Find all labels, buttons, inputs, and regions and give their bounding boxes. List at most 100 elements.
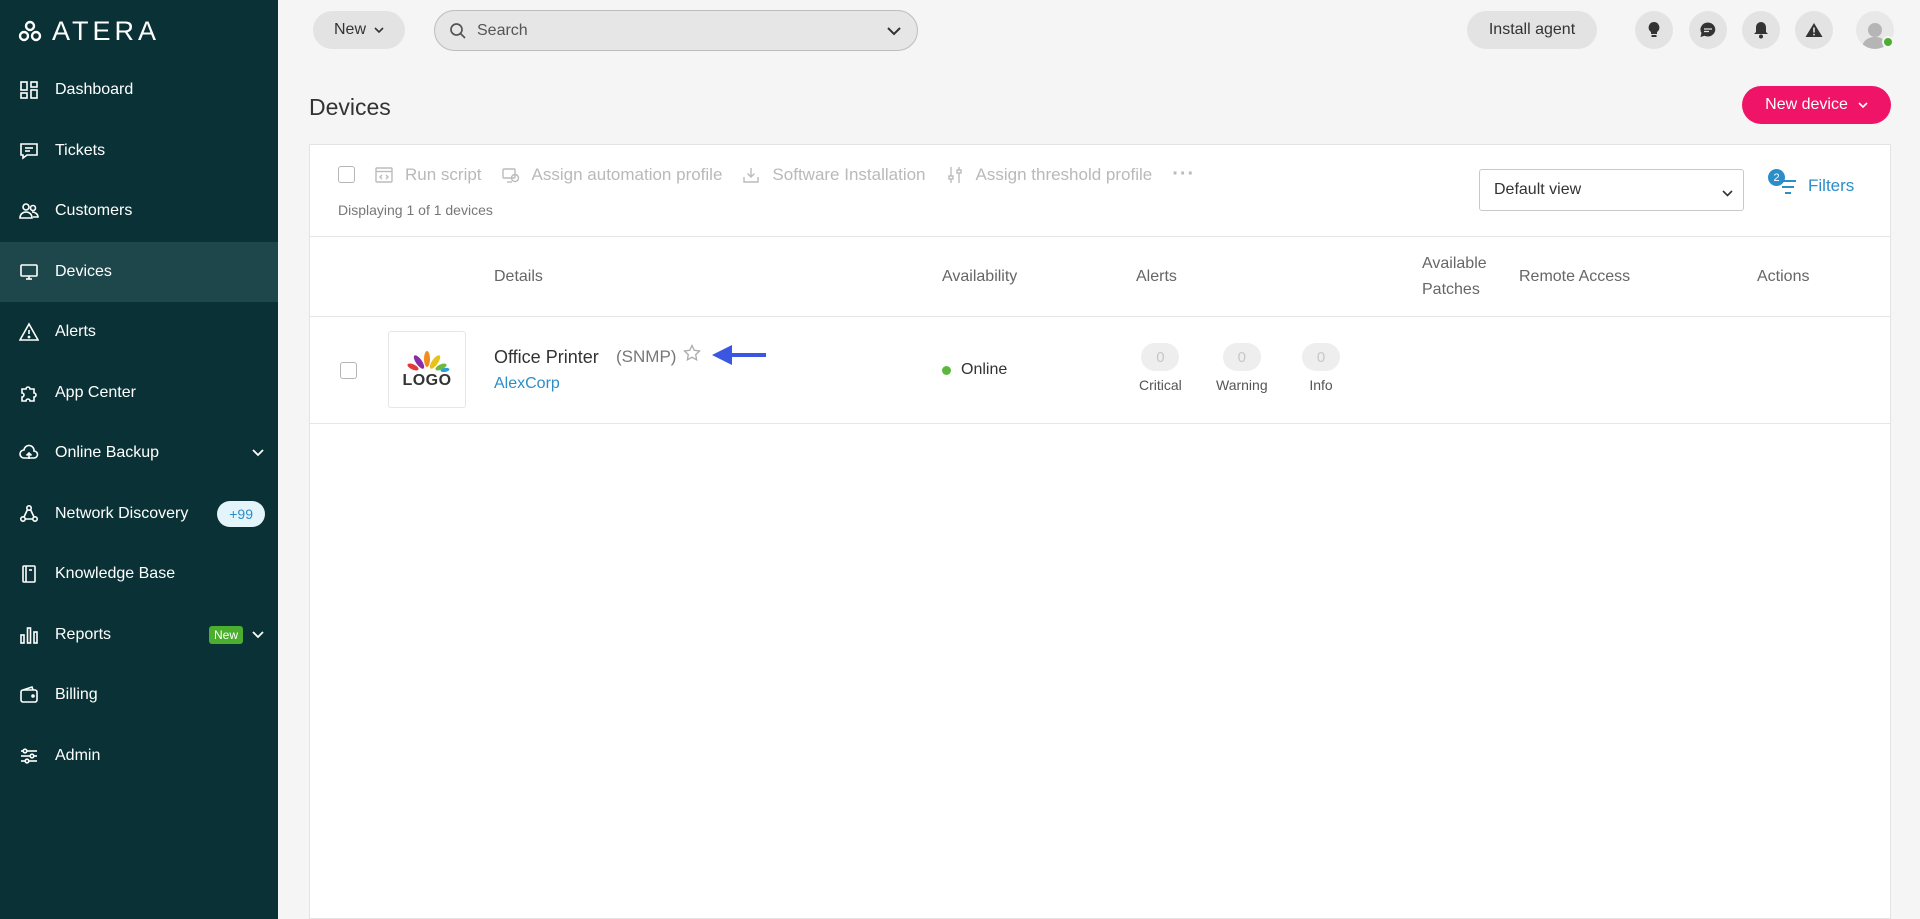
sidebar-item-admin[interactable]: Admin [0, 726, 278, 787]
table-header: Details Availability Alerts Available Pa… [310, 236, 1890, 317]
table-row[interactable]: LOGO Office Printer (SNMP) AlexCorp Onli… [310, 317, 1890, 424]
alert-triangle-icon [18, 321, 40, 343]
page-title: Devices [309, 94, 391, 120]
sidebar-item-label: Online Backup [55, 444, 160, 462]
online-status-dot [1882, 36, 1894, 48]
column-header-patches-line1: Available [1422, 254, 1487, 272]
sidebar-item-label: Alerts [55, 323, 96, 341]
logo-petals-graphic [407, 350, 450, 372]
sidebar-item-billing[interactable]: Billing [0, 665, 278, 726]
sidebar-item-dashboard[interactable]: Dashboard [0, 60, 278, 121]
sidebar-item-network-discovery[interactable]: Network Discovery +99 [0, 484, 278, 545]
column-header-availability[interactable]: Availability [942, 268, 1017, 286]
view-select[interactable]: Default view [1479, 169, 1744, 211]
filters-button[interactable]: 2 Filters [1768, 169, 1855, 197]
reports-new-badge: New [208, 625, 243, 644]
network-discovery-badge: +99 [217, 500, 265, 527]
bar-chart-icon [18, 624, 40, 646]
warning-icon[interactable] [1795, 11, 1833, 49]
alert-info[interactable]: 0 Info [1302, 343, 1340, 393]
filters-count-badge: 2 [1768, 169, 1785, 186]
script-icon [375, 166, 393, 183]
column-header-details[interactable]: Details [494, 268, 543, 286]
device-logo-image: LOGO [388, 331, 466, 408]
column-header-remote-access[interactable]: Remote Access [1519, 268, 1630, 286]
sidebar-item-alerts[interactable]: Alerts [0, 302, 278, 363]
book-icon [18, 563, 40, 585]
brand-name: ATERA [52, 16, 161, 46]
sidebar-item-customers[interactable]: Customers [0, 181, 278, 242]
run-script-action[interactable]: Run script [375, 165, 482, 185]
column-header-alerts[interactable]: Alerts [1136, 268, 1177, 286]
sidebar-item-label: Customers [55, 202, 133, 220]
sidebar-item-online-backup[interactable]: Online Backup [0, 423, 278, 484]
threshold-icon [947, 166, 962, 183]
chat-icon[interactable] [1689, 11, 1727, 49]
online-status-dot [942, 365, 951, 375]
sidebar-item-label: Tickets [55, 141, 106, 159]
puzzle-icon [18, 382, 40, 404]
availability-label: Online [961, 361, 1008, 378]
more-actions-button[interactable]: ··· [1172, 163, 1195, 186]
filter-icon: 2 [1768, 169, 1798, 197]
sidebar-item-tickets[interactable]: Tickets [0, 121, 278, 182]
brand-logo[interactable]: ATERA [18, 16, 160, 47]
sidebar-item-label: Knowledge Base [55, 565, 176, 583]
dashboard-icon [18, 79, 40, 101]
chevron-down-icon[interactable] [252, 444, 264, 462]
alert-warning[interactable]: 0 Warning [1216, 343, 1268, 393]
row-checkbox[interactable] [340, 362, 357, 379]
chevron-down-icon [1858, 101, 1868, 108]
availability-status: Online [942, 361, 1007, 379]
device-name-link[interactable]: Office Printer [494, 347, 599, 368]
column-header-available-patches[interactable]: Available Patches [1422, 251, 1487, 303]
sidebar-item-label: Dashboard [55, 81, 134, 99]
search-bar[interactable] [434, 10, 918, 51]
sidebar-item-label: Billing [55, 686, 98, 704]
software-installation-action[interactable]: Software Installation [742, 165, 926, 185]
sidebar-item-devices[interactable]: Devices [0, 241, 278, 302]
sidebar-item-label: Network Discovery [55, 504, 189, 522]
wallet-icon [18, 684, 40, 706]
automation-icon [501, 167, 519, 183]
sidebar: ATERA Dashboard Tickets Customers Device… [0, 0, 278, 919]
alert-critical[interactable]: 0 Critical [1139, 343, 1182, 393]
assign-threshold-label: Assign threshold profile [975, 164, 1153, 184]
download-icon [743, 167, 760, 183]
favorite-star-icon[interactable] [683, 343, 701, 367]
customers-icon [18, 200, 40, 222]
alert-count-critical: 0 [1141, 343, 1180, 371]
bulk-actions-toolbar: Run script Assign automation profile Sof… [338, 163, 1195, 186]
sidebar-item-app-center[interactable]: App Center [0, 363, 278, 424]
sidebar-item-reports[interactable]: Reports New [0, 605, 278, 666]
new-button-label: New [333, 21, 366, 38]
network-icon [18, 503, 40, 525]
alert-count-warning: 0 [1222, 343, 1261, 371]
install-agent-button[interactable]: Install agent [1467, 11, 1597, 49]
devices-icon [18, 261, 40, 283]
sidebar-item-label: App Center [55, 383, 136, 401]
alert-count-info: 0 [1302, 343, 1340, 371]
atera-logo-icon [18, 20, 42, 41]
customer-link[interactable]: AlexCorp [494, 375, 560, 393]
assign-threshold-action[interactable]: Assign threshold profile [946, 164, 1153, 185]
chevron-down-icon[interactable] [887, 23, 901, 41]
sidebar-item-label: Admin [55, 746, 101, 764]
sidebar-item-knowledge-base[interactable]: Knowledge Base [0, 544, 278, 605]
sidebar-item-label: Devices [55, 262, 112, 280]
column-header-actions[interactable]: Actions [1757, 268, 1809, 286]
cloud-icon [18, 442, 40, 464]
new-device-button[interactable]: New device [1742, 86, 1891, 124]
chevron-down-icon[interactable] [252, 626, 264, 644]
display-count: Displaying 1 of 1 devices [338, 202, 493, 218]
filters-label: Filters [1808, 176, 1855, 195]
lightbulb-icon[interactable] [1635, 11, 1673, 49]
new-device-label: New device [1765, 96, 1848, 113]
view-select-value: Default view [1494, 181, 1582, 198]
new-button[interactable]: New [313, 11, 405, 49]
assign-automation-action[interactable]: Assign automation profile [501, 165, 722, 185]
select-all-checkbox[interactable] [338, 166, 355, 183]
bell-icon[interactable] [1742, 11, 1780, 49]
chevron-down-icon [1722, 184, 1733, 202]
search-input[interactable] [477, 21, 867, 40]
